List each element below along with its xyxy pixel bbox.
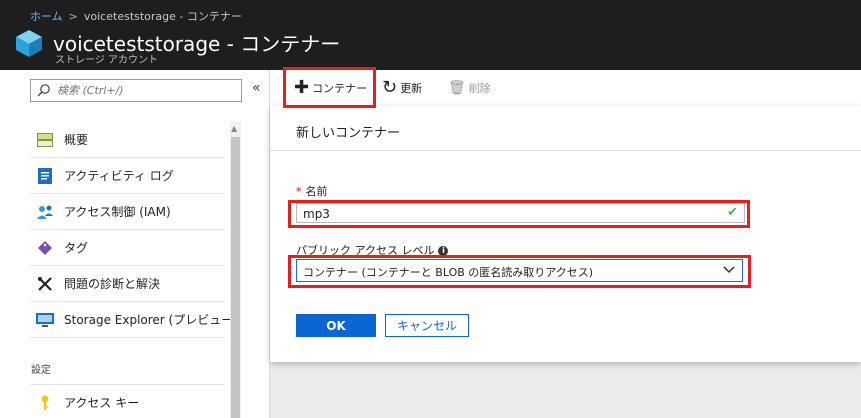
menu-search-input[interactable] (57, 82, 237, 99)
search-icon (37, 84, 50, 97)
delete-button[interactable]: 🗑 削除 (448, 76, 491, 100)
required-marker: * (296, 185, 302, 198)
scrollbar-thumb[interactable] (231, 137, 240, 418)
sidebar-item-access-keys[interactable]: アクセス キー (30, 384, 225, 418)
menu-search-box[interactable] (30, 79, 242, 102)
sidebar-item-activity-log[interactable]: アクティビティ ログ (30, 158, 225, 194)
collapse-menu-button[interactable]: « (252, 80, 261, 96)
wrench-icon (36, 275, 54, 293)
ok-button[interactable]: OK (296, 314, 376, 337)
storage-explorer-icon (36, 311, 54, 329)
new-container-panel: 新しいコンテナー *名前 ✔ パブリック アクセス レベルi コンテナー (コン… (270, 106, 861, 362)
page-subtitle: ストレージ アカウント (55, 55, 158, 66)
breadcrumb: ホーム > voiceteststorage - コンテナー (30, 8, 242, 24)
sidebar-item-label: アクセス キー (64, 396, 140, 410)
name-field-label: * 名前 (296, 183, 328, 199)
key-icon (36, 394, 54, 412)
activity-log-icon (36, 167, 54, 185)
sidebar-item-diagnose[interactable]: 問題の診断と解決 (30, 266, 225, 302)
overview-icon (36, 131, 54, 149)
highlight-add-container (283, 67, 376, 108)
sidebar-item-label: アクティビティ ログ (64, 169, 174, 183)
breadcrumb-home-link[interactable]: ホーム (30, 10, 63, 23)
delete-label: 削除 (468, 82, 491, 95)
panel-title: 新しいコンテナー (296, 126, 401, 141)
sidebar-scrollbar[interactable]: ▲ (230, 122, 241, 418)
highlight-name-field (288, 200, 750, 228)
name-label-text: 名前 (305, 185, 328, 198)
panel-divider (270, 150, 861, 151)
sidebar-item-label: Storage Explorer (プレビュー) (64, 313, 238, 327)
sidebar-item-label: 概要 (64, 133, 89, 147)
sidebar-item-iam[interactable]: アクセス制御 (IAM) (30, 194, 225, 230)
iam-icon (36, 203, 54, 221)
top-header: ホーム > voiceteststorage - コンテナー voicetestst… (0, 0, 861, 70)
sidebar-item-tags[interactable]: タグ (30, 230, 225, 266)
nav-list: 概要 アクティビティ ログ アクセス制御 (IAM) タグ 問題の診断と解決 S… (30, 122, 238, 338)
sidebar-item-overview[interactable]: 概要 (30, 122, 225, 158)
tag-icon (36, 239, 54, 257)
sidebar-item-label: タグ (64, 241, 89, 255)
trash-icon: 🗑 (448, 80, 466, 96)
settings-section-header: 設定 (31, 365, 51, 376)
breadcrumb-current: voiceteststorage - コンテナー (83, 10, 242, 23)
refresh-icon: ↻ (382, 77, 398, 98)
sidebar-item-storage-explorer[interactable]: Storage Explorer (プレビュー) (30, 302, 238, 338)
storage-cube-icon (16, 30, 42, 57)
breadcrumb-separator: > (68, 10, 78, 23)
sidebar-item-label: アクセス制御 (IAM) (64, 205, 171, 219)
sidebar-item-label: 問題の診断と解決 (64, 277, 161, 291)
highlight-access-level (288, 255, 751, 288)
refresh-label: 更新 (400, 82, 423, 95)
scroll-up-arrow-icon[interactable]: ▲ (231, 124, 237, 133)
cancel-button[interactable]: キャンセル (385, 314, 469, 337)
refresh-button[interactable]: ↻ 更新 (382, 76, 422, 100)
resource-menu-sidebar: « 概要 アクティビティ ログ アクセス制御 (IAM) タグ (0, 70, 270, 418)
